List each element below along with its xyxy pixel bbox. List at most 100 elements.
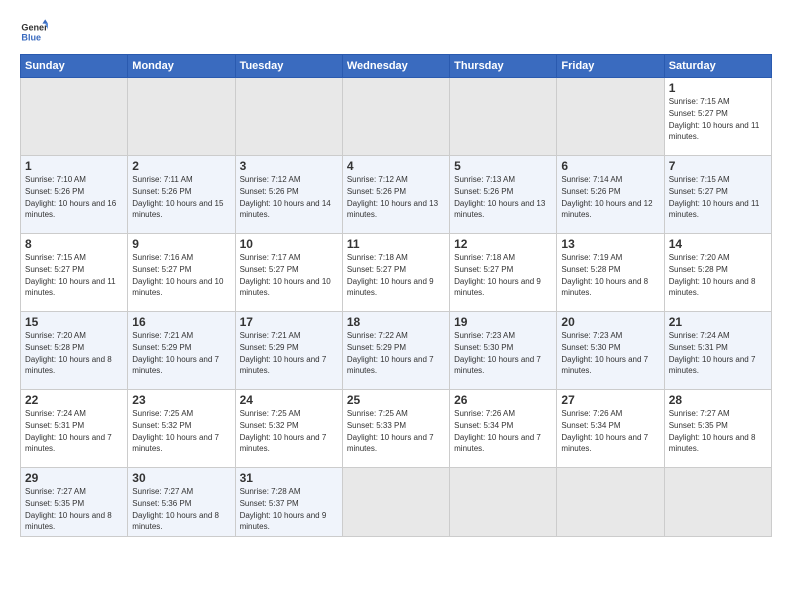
calendar-cell: 6 Sunrise: 7:14 AMSunset: 5:26 PMDayligh… bbox=[557, 156, 664, 234]
calendar-cell bbox=[664, 468, 771, 537]
day-info: Sunrise: 7:12 AMSunset: 5:26 PMDaylight:… bbox=[240, 175, 331, 219]
day-info: Sunrise: 7:14 AMSunset: 5:26 PMDaylight:… bbox=[561, 175, 652, 219]
day-info: Sunrise: 7:21 AMSunset: 5:29 PMDaylight:… bbox=[240, 331, 327, 375]
day-number: 1 bbox=[25, 159, 123, 173]
day-info: Sunrise: 7:26 AMSunset: 5:34 PMDaylight:… bbox=[561, 409, 648, 453]
day-number: 25 bbox=[347, 393, 445, 407]
logo-icon: General Blue bbox=[20, 18, 48, 46]
calendar-cell: 19 Sunrise: 7:23 AMSunset: 5:30 PMDaylig… bbox=[450, 312, 557, 390]
day-info: Sunrise: 7:23 AMSunset: 5:30 PMDaylight:… bbox=[561, 331, 648, 375]
calendar-cell: 29 Sunrise: 7:27 AMSunset: 5:35 PMDaylig… bbox=[21, 468, 128, 537]
calendar-cell bbox=[342, 78, 449, 156]
calendar-cell: 5 Sunrise: 7:13 AMSunset: 5:26 PMDayligh… bbox=[450, 156, 557, 234]
calendar-cell: 12 Sunrise: 7:18 AMSunset: 5:27 PMDaylig… bbox=[450, 234, 557, 312]
day-number: 18 bbox=[347, 315, 445, 329]
day-number: 8 bbox=[25, 237, 123, 251]
day-number: 9 bbox=[132, 237, 230, 251]
day-info: Sunrise: 7:19 AMSunset: 5:28 PMDaylight:… bbox=[561, 253, 648, 297]
day-number: 12 bbox=[454, 237, 552, 251]
calendar-cell: 22 Sunrise: 7:24 AMSunset: 5:31 PMDaylig… bbox=[21, 390, 128, 468]
day-info: Sunrise: 7:25 AMSunset: 5:33 PMDaylight:… bbox=[347, 409, 434, 453]
calendar-week-3: 15 Sunrise: 7:20 AMSunset: 5:28 PMDaylig… bbox=[21, 312, 772, 390]
day-info: Sunrise: 7:21 AMSunset: 5:29 PMDaylight:… bbox=[132, 331, 219, 375]
calendar-cell: 30 Sunrise: 7:27 AMSunset: 5:36 PMDaylig… bbox=[128, 468, 235, 537]
day-number: 30 bbox=[132, 471, 230, 485]
day-number: 29 bbox=[25, 471, 123, 485]
calendar-cell: 4 Sunrise: 7:12 AMSunset: 5:26 PMDayligh… bbox=[342, 156, 449, 234]
calendar-cell: 26 Sunrise: 7:26 AMSunset: 5:34 PMDaylig… bbox=[450, 390, 557, 468]
logo: General Blue bbox=[20, 18, 50, 46]
calendar-cell: 14 Sunrise: 7:20 AMSunset: 5:28 PMDaylig… bbox=[664, 234, 771, 312]
calendar-cell bbox=[21, 78, 128, 156]
calendar-cell: 1 Sunrise: 7:15 AMSunset: 5:27 PMDayligh… bbox=[664, 78, 771, 156]
day-number: 21 bbox=[669, 315, 767, 329]
day-number: 15 bbox=[25, 315, 123, 329]
day-info: Sunrise: 7:24 AMSunset: 5:31 PMDaylight:… bbox=[669, 331, 756, 375]
day-info: Sunrise: 7:27 AMSunset: 5:35 PMDaylight:… bbox=[25, 487, 112, 531]
svg-text:General: General bbox=[21, 23, 48, 33]
day-number: 4 bbox=[347, 159, 445, 173]
calendar-cell bbox=[342, 468, 449, 537]
day-info: Sunrise: 7:11 AMSunset: 5:26 PMDaylight:… bbox=[132, 175, 223, 219]
calendar-cell bbox=[557, 468, 664, 537]
calendar-cell: 28 Sunrise: 7:27 AMSunset: 5:35 PMDaylig… bbox=[664, 390, 771, 468]
calendar-week-1: 1 Sunrise: 7:10 AMSunset: 5:26 PMDayligh… bbox=[21, 156, 772, 234]
day-number: 23 bbox=[132, 393, 230, 407]
calendar-cell: 8 Sunrise: 7:15 AMSunset: 5:27 PMDayligh… bbox=[21, 234, 128, 312]
svg-text:Blue: Blue bbox=[21, 32, 41, 42]
day-info: Sunrise: 7:23 AMSunset: 5:30 PMDaylight:… bbox=[454, 331, 541, 375]
day-info: Sunrise: 7:18 AMSunset: 5:27 PMDaylight:… bbox=[454, 253, 541, 297]
calendar-header-row: SundayMondayTuesdayWednesdayThursdayFrid… bbox=[21, 55, 772, 78]
day-number: 14 bbox=[669, 237, 767, 251]
calendar-week-5: 29 Sunrise: 7:27 AMSunset: 5:35 PMDaylig… bbox=[21, 468, 772, 537]
calendar-cell: 24 Sunrise: 7:25 AMSunset: 5:32 PMDaylig… bbox=[235, 390, 342, 468]
day-info: Sunrise: 7:13 AMSunset: 5:26 PMDaylight:… bbox=[454, 175, 545, 219]
day-header-tuesday: Tuesday bbox=[235, 55, 342, 78]
calendar-body: 1 Sunrise: 7:15 AMSunset: 5:27 PMDayligh… bbox=[21, 78, 772, 537]
day-number: 11 bbox=[347, 237, 445, 251]
calendar-cell: 10 Sunrise: 7:17 AMSunset: 5:27 PMDaylig… bbox=[235, 234, 342, 312]
calendar-week-2: 8 Sunrise: 7:15 AMSunset: 5:27 PMDayligh… bbox=[21, 234, 772, 312]
day-number: 6 bbox=[561, 159, 659, 173]
day-number: 13 bbox=[561, 237, 659, 251]
calendar-cell: 11 Sunrise: 7:18 AMSunset: 5:27 PMDaylig… bbox=[342, 234, 449, 312]
day-number: 26 bbox=[454, 393, 552, 407]
day-number: 22 bbox=[25, 393, 123, 407]
calendar-cell: 7 Sunrise: 7:15 AMSunset: 5:27 PMDayligh… bbox=[664, 156, 771, 234]
calendar-cell: 15 Sunrise: 7:20 AMSunset: 5:28 PMDaylig… bbox=[21, 312, 128, 390]
day-info: Sunrise: 7:27 AMSunset: 5:35 PMDaylight:… bbox=[669, 409, 756, 453]
calendar-cell bbox=[235, 78, 342, 156]
header: General Blue bbox=[20, 18, 772, 46]
calendar-cell: 9 Sunrise: 7:16 AMSunset: 5:27 PMDayligh… bbox=[128, 234, 235, 312]
day-number: 31 bbox=[240, 471, 338, 485]
day-info: Sunrise: 7:15 AMSunset: 5:27 PMDaylight:… bbox=[25, 253, 116, 297]
calendar-cell bbox=[557, 78, 664, 156]
calendar-cell: 16 Sunrise: 7:21 AMSunset: 5:29 PMDaylig… bbox=[128, 312, 235, 390]
day-number: 5 bbox=[454, 159, 552, 173]
calendar-cell: 18 Sunrise: 7:22 AMSunset: 5:29 PMDaylig… bbox=[342, 312, 449, 390]
day-header-friday: Friday bbox=[557, 55, 664, 78]
calendar-cell bbox=[450, 78, 557, 156]
day-info: Sunrise: 7:28 AMSunset: 5:37 PMDaylight:… bbox=[240, 487, 327, 531]
day-info: Sunrise: 7:22 AMSunset: 5:29 PMDaylight:… bbox=[347, 331, 434, 375]
calendar-cell: 31 Sunrise: 7:28 AMSunset: 5:37 PMDaylig… bbox=[235, 468, 342, 537]
day-number: 16 bbox=[132, 315, 230, 329]
day-info: Sunrise: 7:17 AMSunset: 5:27 PMDaylight:… bbox=[240, 253, 331, 297]
day-info: Sunrise: 7:12 AMSunset: 5:26 PMDaylight:… bbox=[347, 175, 438, 219]
day-header-monday: Monday bbox=[128, 55, 235, 78]
day-info: Sunrise: 7:20 AMSunset: 5:28 PMDaylight:… bbox=[669, 253, 756, 297]
calendar-cell: 23 Sunrise: 7:25 AMSunset: 5:32 PMDaylig… bbox=[128, 390, 235, 468]
calendar-cell: 20 Sunrise: 7:23 AMSunset: 5:30 PMDaylig… bbox=[557, 312, 664, 390]
calendar-cell bbox=[128, 78, 235, 156]
day-info: Sunrise: 7:26 AMSunset: 5:34 PMDaylight:… bbox=[454, 409, 541, 453]
calendar-cell: 3 Sunrise: 7:12 AMSunset: 5:26 PMDayligh… bbox=[235, 156, 342, 234]
day-number: 10 bbox=[240, 237, 338, 251]
calendar-cell: 25 Sunrise: 7:25 AMSunset: 5:33 PMDaylig… bbox=[342, 390, 449, 468]
day-info: Sunrise: 7:24 AMSunset: 5:31 PMDaylight:… bbox=[25, 409, 112, 453]
calendar-cell: 1 Sunrise: 7:10 AMSunset: 5:26 PMDayligh… bbox=[21, 156, 128, 234]
day-number: 19 bbox=[454, 315, 552, 329]
calendar-cell: 13 Sunrise: 7:19 AMSunset: 5:28 PMDaylig… bbox=[557, 234, 664, 312]
day-info: Sunrise: 7:18 AMSunset: 5:27 PMDaylight:… bbox=[347, 253, 434, 297]
day-info: Sunrise: 7:15 AMSunset: 5:27 PMDaylight:… bbox=[669, 97, 760, 141]
day-number: 27 bbox=[561, 393, 659, 407]
